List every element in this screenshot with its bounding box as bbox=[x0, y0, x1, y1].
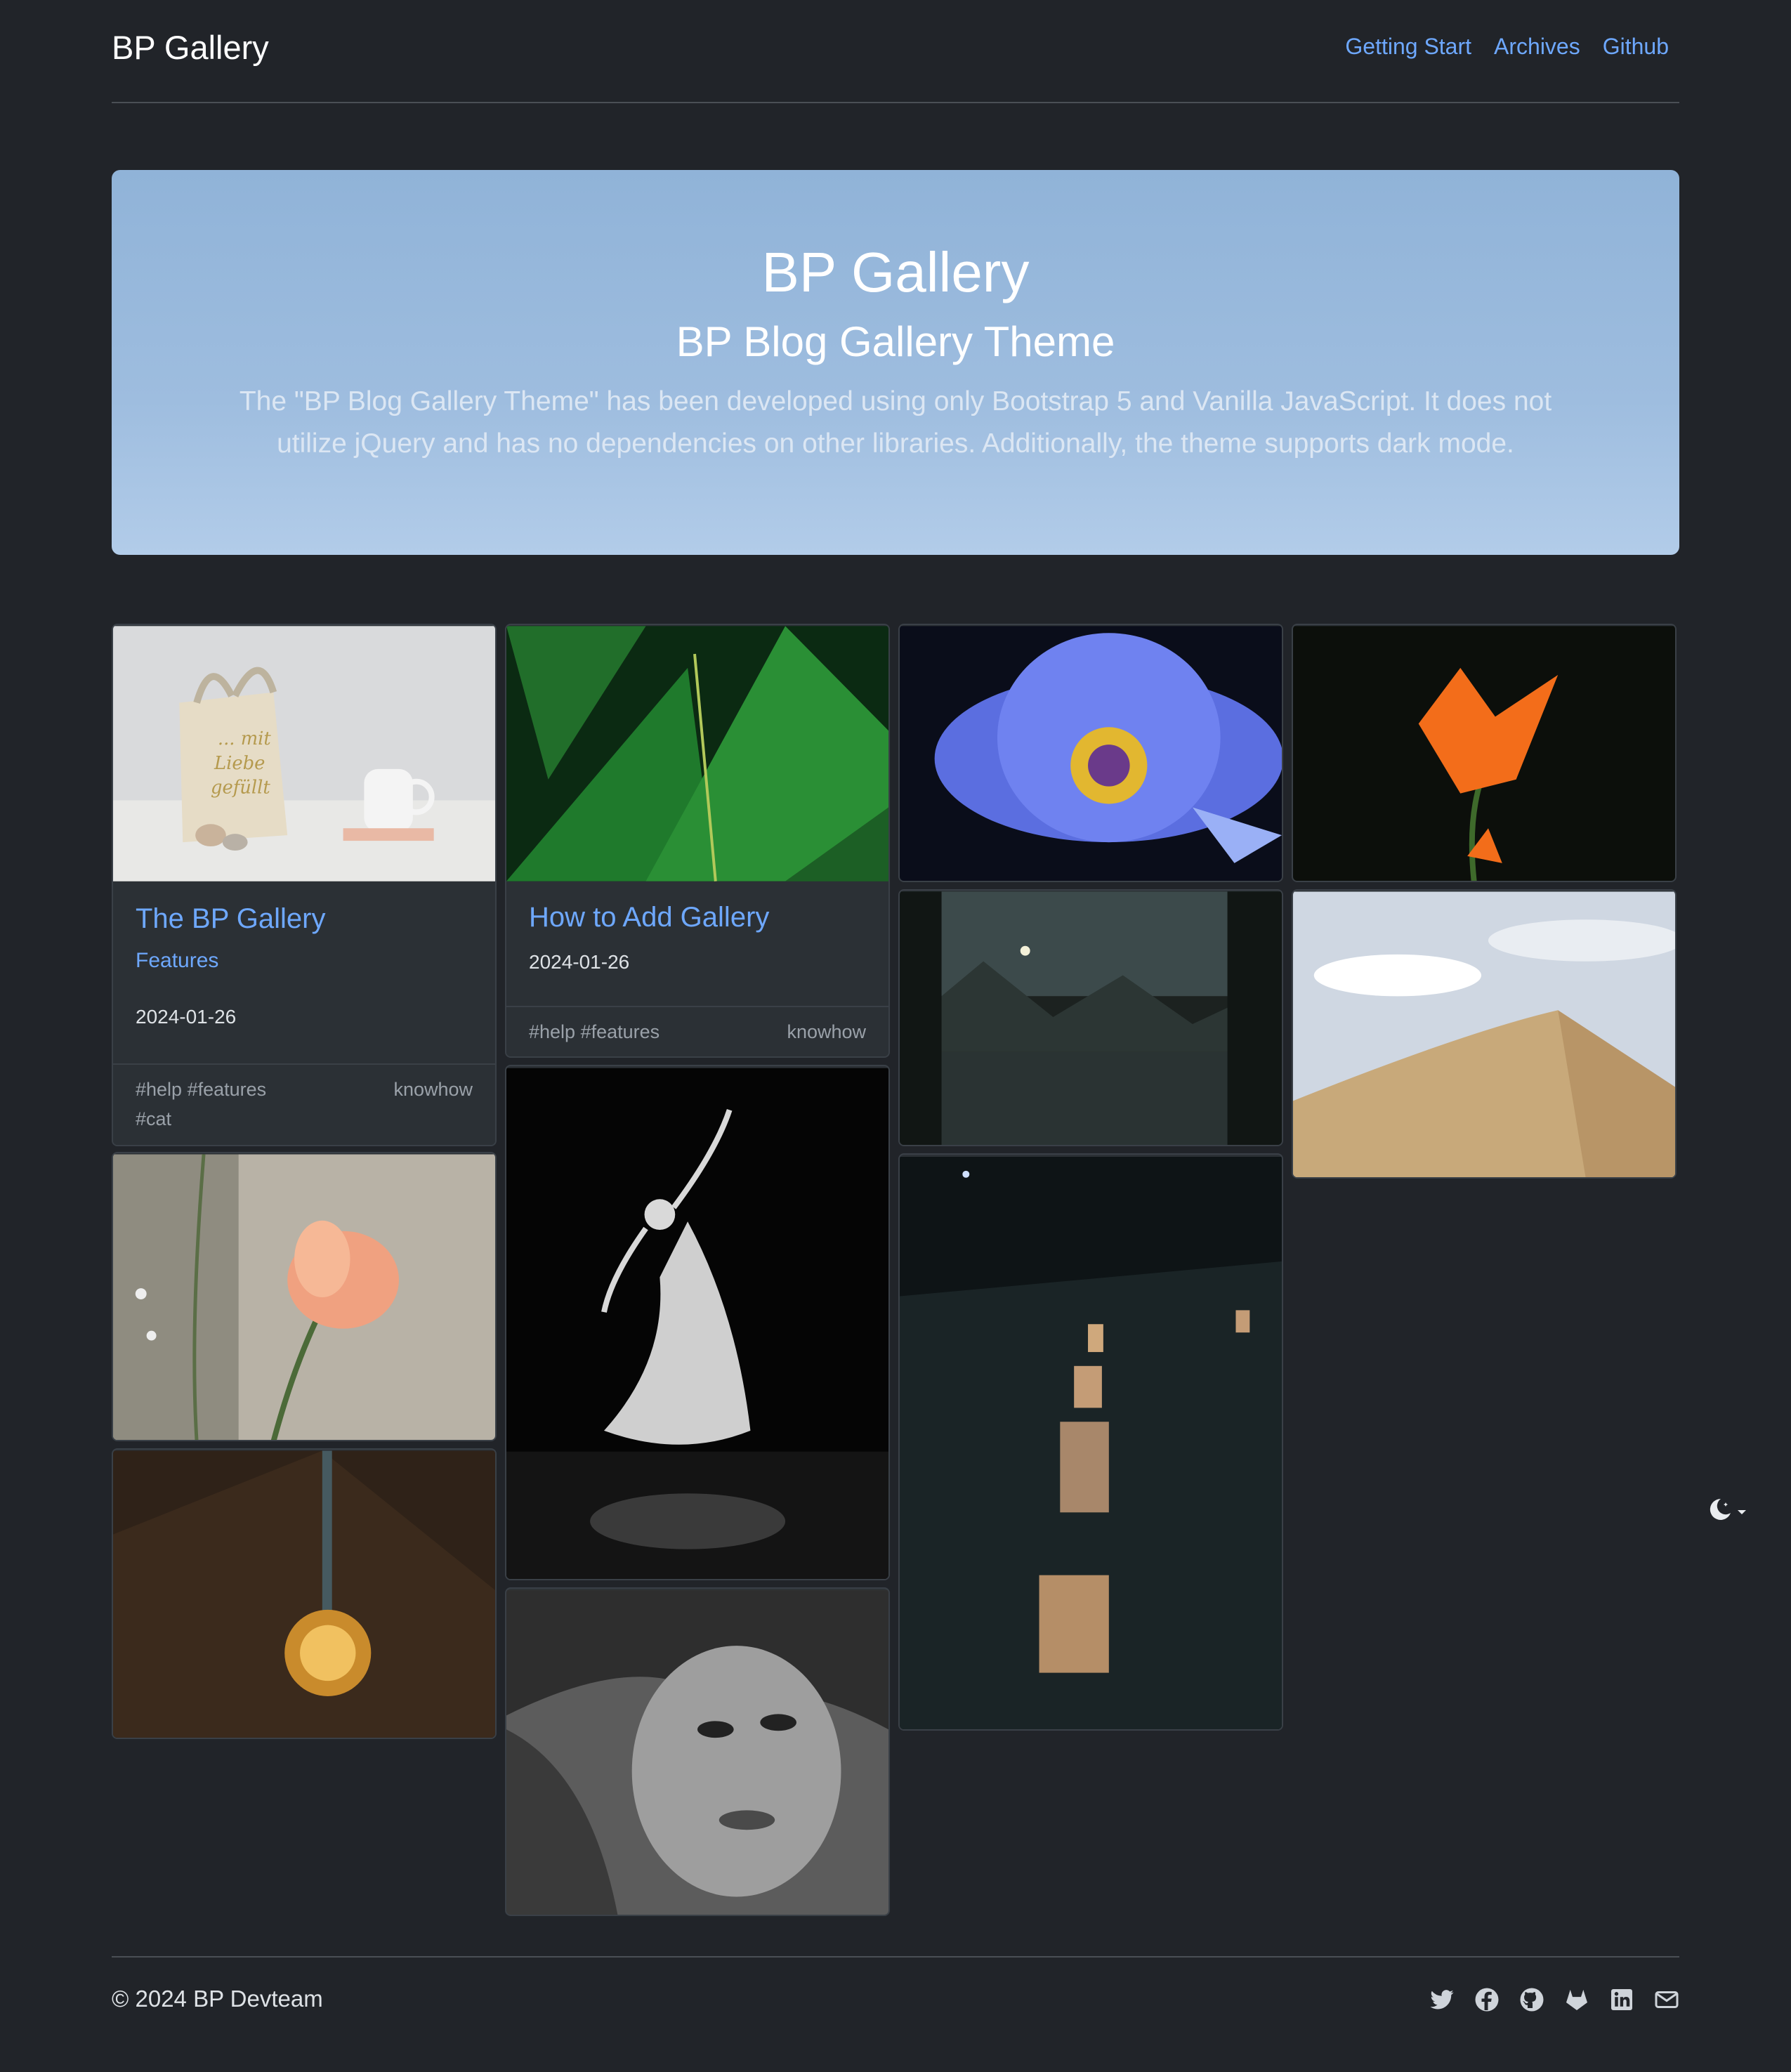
post-date: 2024-01-26 bbox=[529, 951, 630, 973]
photo-portrait bbox=[506, 1589, 888, 1915]
brand-link[interactable]: BP Gallery bbox=[112, 28, 269, 67]
post-title[interactable]: How to Add Gallery bbox=[529, 902, 769, 933]
post-category[interactable]: Features bbox=[136, 949, 218, 973]
post-title[interactable]: The BP Gallery bbox=[136, 903, 326, 935]
hero-banner: BP Gallery BP Blog Gallery Theme The "BP… bbox=[112, 170, 1679, 555]
gallery-image[interactable] bbox=[898, 1153, 1283, 1731]
card-footer: #help #features #cat knowhow bbox=[113, 1063, 495, 1145]
theme-toggle-button[interactable] bbox=[1707, 1496, 1752, 1524]
gallery-image[interactable] bbox=[112, 1448, 497, 1739]
post-card[interactable]: How to Add Gallery 2024-01-26 #help #fea… bbox=[505, 624, 890, 1058]
photo-lanterns bbox=[900, 1157, 1282, 1729]
gallery-image[interactable] bbox=[898, 889, 1283, 1146]
post-label[interactable]: knowhow bbox=[393, 1079, 473, 1101]
photo-mountain-lake bbox=[900, 891, 1282, 1145]
gitlab-icon[interactable] bbox=[1564, 1987, 1589, 2012]
main-nav: Getting Start Archives Github bbox=[1345, 34, 1669, 60]
photo-fern bbox=[506, 626, 888, 881]
card-body: The BP Gallery Features 2024-01-26 bbox=[113, 882, 495, 1058]
photo-dancer bbox=[506, 1068, 888, 1579]
photo-water-lily bbox=[900, 626, 1282, 881]
post-label[interactable]: knowhow bbox=[787, 1021, 866, 1043]
site-footer: © 2024 BP Devteam bbox=[112, 1956, 1679, 2070]
moon-stars-icon bbox=[1710, 1498, 1746, 1520]
svg-text:gefüllt: gefüllt bbox=[211, 778, 270, 799]
photo-tulip bbox=[1293, 626, 1675, 881]
nav-github[interactable]: Github bbox=[1603, 34, 1669, 60]
github-icon[interactable] bbox=[1519, 1987, 1544, 2012]
post-date: 2024-01-26 bbox=[136, 1006, 237, 1028]
photo-poppy bbox=[113, 1154, 495, 1440]
gallery-image[interactable] bbox=[898, 624, 1283, 882]
site-header: BP Gallery Getting Start Archives Github bbox=[112, 0, 1679, 103]
copyright: © 2024 BP Devteam bbox=[112, 1986, 323, 2012]
svg-text:Liebe: Liebe bbox=[214, 753, 265, 774]
card-footer: #help #features knowhow bbox=[506, 1006, 888, 1056]
svg-text:... mit: ... mit bbox=[218, 728, 272, 749]
photo-light-bulb bbox=[113, 1450, 495, 1738]
nav-archives[interactable]: Archives bbox=[1494, 34, 1580, 60]
gallery-image[interactable] bbox=[1292, 889, 1677, 1179]
gallery-image[interactable] bbox=[1292, 624, 1677, 882]
photo-tote-bag: ... mit Liebe gefüllt bbox=[113, 626, 495, 881]
post-tags[interactable]: #help #features bbox=[529, 1021, 660, 1043]
gallery-image[interactable] bbox=[112, 1152, 497, 1441]
hero-subtitle: BP Blog Gallery Theme bbox=[676, 318, 1115, 365]
social-links bbox=[1429, 1987, 1679, 2012]
post-card[interactable]: ... mit Liebe gefüllt The BP Gallery Fea… bbox=[112, 624, 497, 1146]
facebook-icon[interactable] bbox=[1474, 1987, 1500, 2012]
nav-getting-start[interactable]: Getting Start bbox=[1345, 34, 1471, 60]
linkedin-icon[interactable] bbox=[1609, 1987, 1634, 2012]
card-body: How to Add Gallery 2024-01-26 bbox=[506, 882, 888, 995]
gallery-image[interactable] bbox=[505, 1587, 890, 1916]
photo-sand-dune bbox=[1293, 891, 1675, 1177]
post-tags[interactable]: #help #features bbox=[136, 1079, 266, 1101]
mail-icon[interactable] bbox=[1654, 1987, 1679, 2012]
gallery-image[interactable] bbox=[505, 1065, 890, 1580]
hero-title: BP Gallery bbox=[761, 241, 1030, 303]
twitter-icon[interactable] bbox=[1429, 1987, 1455, 2012]
post-tags-cat[interactable]: #cat bbox=[136, 1108, 171, 1130]
hero-lead: The "BP Blog Gallery Theme" has been dev… bbox=[239, 386, 1552, 459]
